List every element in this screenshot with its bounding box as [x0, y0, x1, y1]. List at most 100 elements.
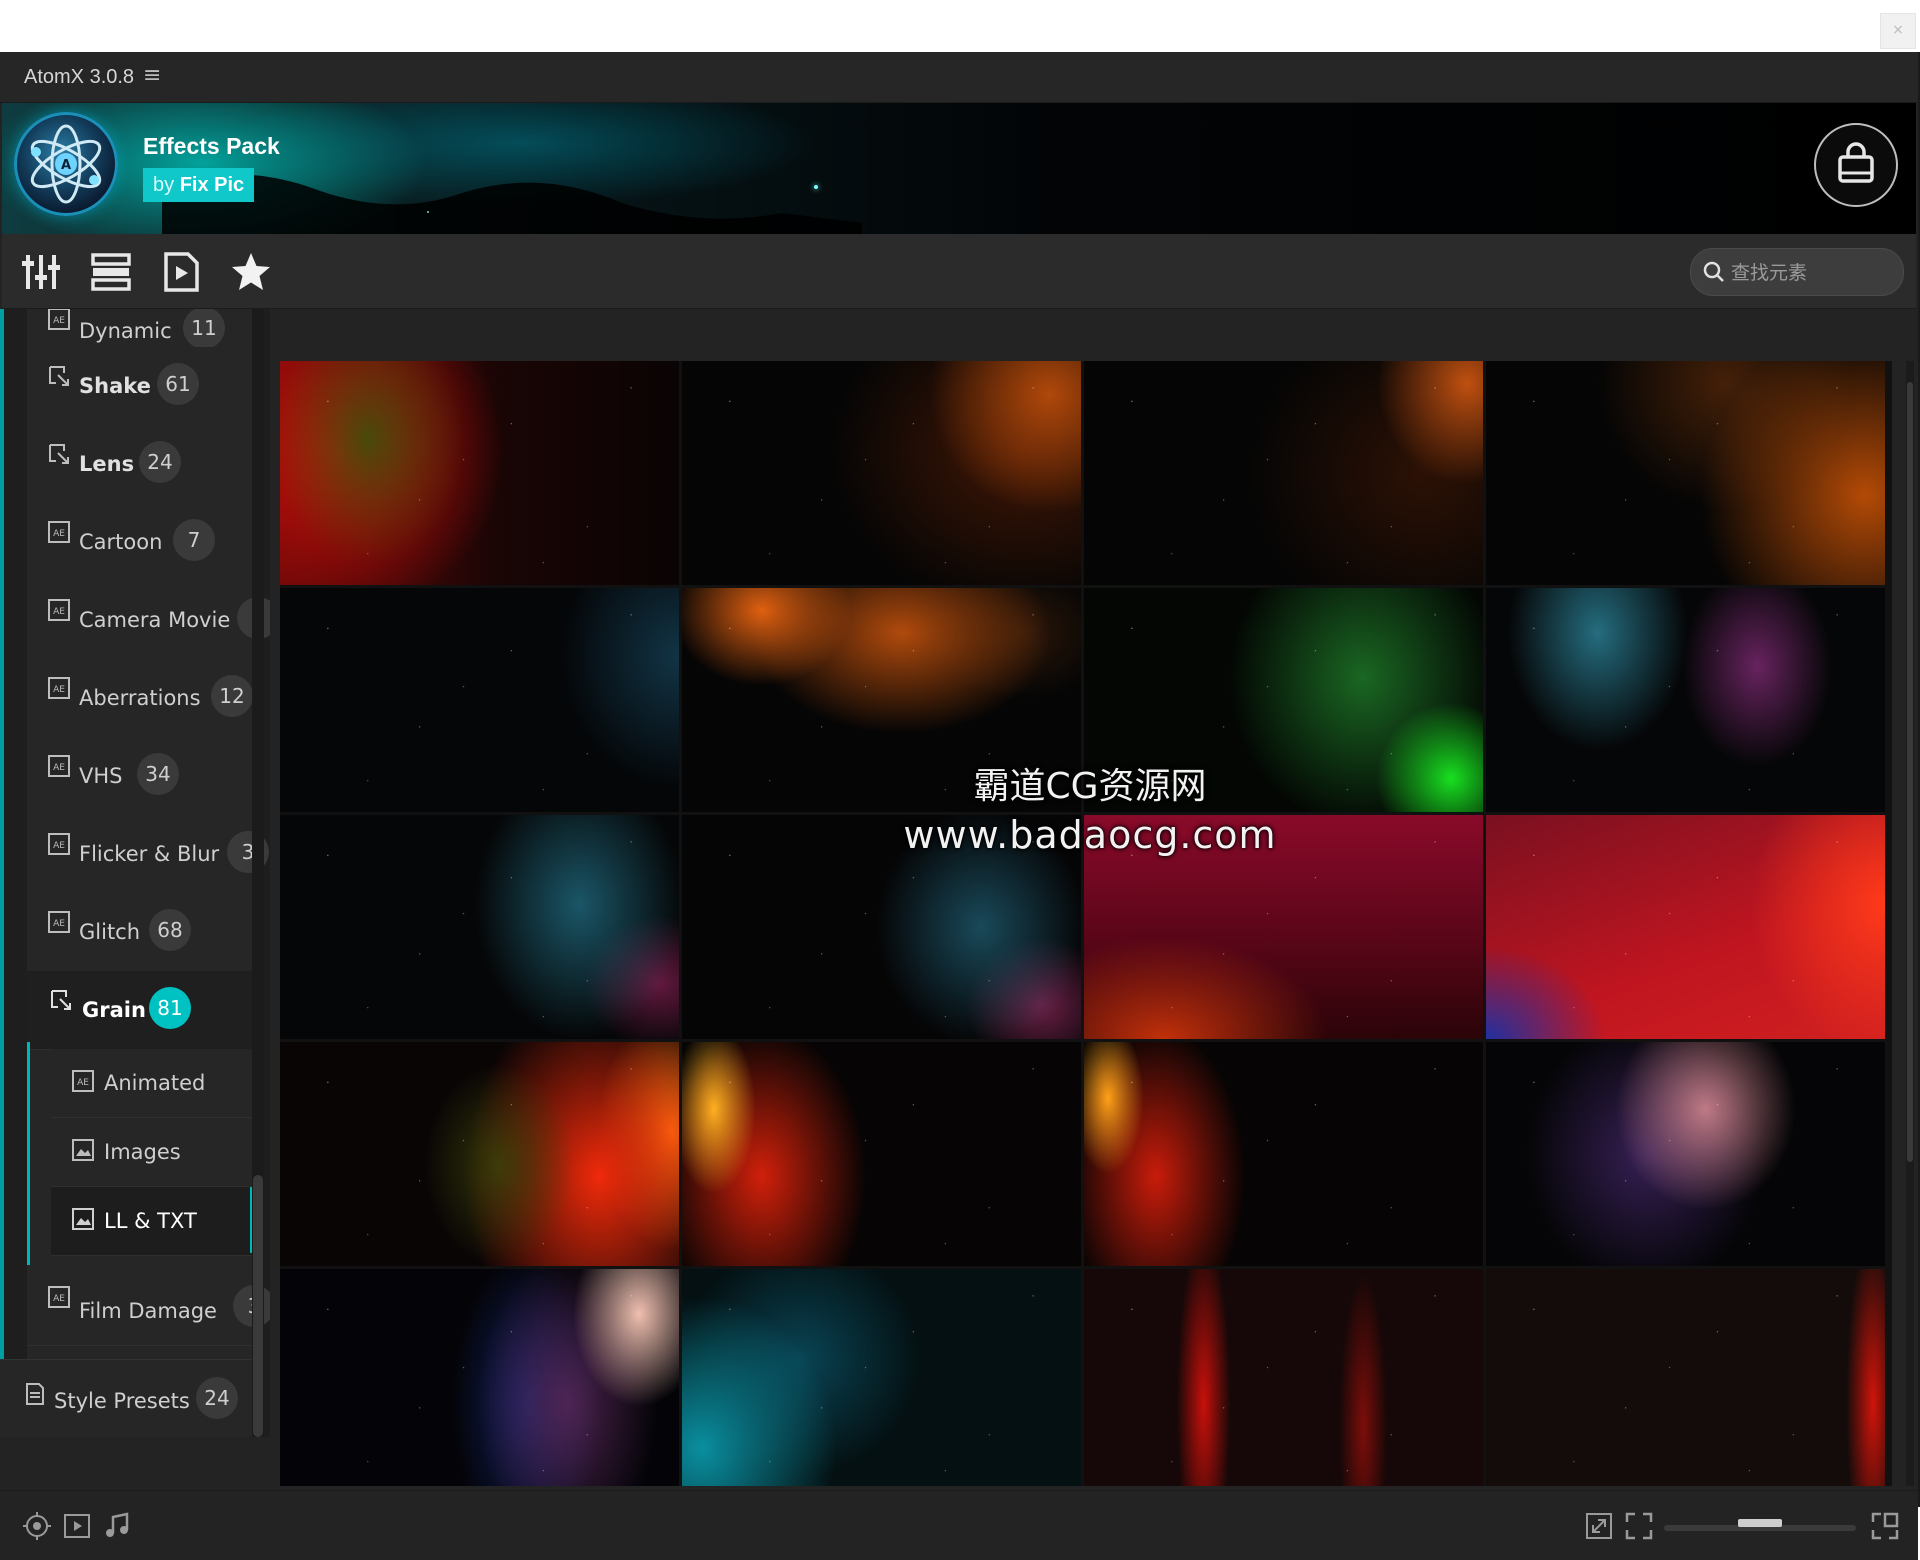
grain-thumbnail[interactable]: [1084, 815, 1483, 1039]
sidebar-item-glitch[interactable]: AE Glitch 68: [27, 893, 253, 972]
sidebar-subitem-images[interactable]: Images: [51, 1118, 253, 1187]
sidebar-item-shake[interactable]: Shake 61: [27, 347, 253, 426]
sidebar-accent: [0, 309, 4, 1359]
grain-thumbnail[interactable]: [1084, 1042, 1483, 1266]
ae-file-icon: AE: [48, 755, 70, 777]
grain-thumbnail[interactable]: [1084, 588, 1483, 812]
svg-text:AE: AE: [53, 763, 65, 773]
sidebar-scroll-thumb[interactable]: [253, 1175, 263, 1437]
grain-thumbnail[interactable]: [280, 361, 679, 585]
grain-specks: [280, 815, 679, 1039]
ae-file-icon: AE: [48, 521, 70, 543]
ae-file-icon: AE: [48, 1286, 70, 1308]
ae-file-icon: AE: [48, 309, 70, 330]
grain-specks: [1486, 361, 1885, 585]
grain-specks: [1084, 1042, 1483, 1266]
count-badge: 11: [183, 309, 225, 349]
grain-specks: [280, 1269, 679, 1486]
grain-thumbnail[interactable]: [682, 1269, 1081, 1486]
grain-thumbnail[interactable]: [1486, 815, 1885, 1039]
grain-specks: [682, 1269, 1081, 1486]
ae-file-icon: AE: [48, 677, 70, 699]
sidebar-item-label: Shake: [79, 374, 151, 398]
count-badge: 81: [149, 987, 191, 1029]
count-badge: 34: [137, 753, 179, 795]
count-badge: 61: [157, 363, 199, 405]
grain-specks: [1084, 588, 1483, 812]
grain-thumbnail[interactable]: [1084, 1269, 1483, 1486]
sidebar-item-lens[interactable]: Lens 24: [27, 425, 253, 504]
svg-text:AE: AE: [53, 529, 65, 539]
author-badge[interactable]: by Fix Pic: [143, 168, 255, 202]
svg-text:AE: AE: [53, 607, 65, 617]
grid-size-icon[interactable]: [1870, 1511, 1900, 1541]
sidebar-item-dynamic[interactable]: AE Dynamic 11: [27, 309, 253, 349]
sidebar-item-aberrations[interactable]: AE Aberrations 12: [27, 659, 253, 738]
star-icon[interactable]: [230, 251, 272, 293]
svg-text:AE: AE: [53, 841, 65, 851]
svg-text:AE: AE: [53, 685, 65, 695]
grain-thumbnail[interactable]: [280, 1269, 679, 1486]
sidebar-item-label: Film Damage: [79, 1299, 217, 1323]
banner-star: [427, 211, 429, 213]
grain-thumbnail[interactable]: [1084, 361, 1483, 585]
sidebar-subitem-animated[interactable]: AE Animated: [51, 1049, 253, 1118]
atom-logo-icon: A: [14, 112, 118, 216]
grain-thumbnail[interactable]: [1486, 361, 1885, 585]
grain-thumbnail[interactable]: [1486, 1042, 1885, 1266]
sidebar-item-label: Grain: [82, 998, 146, 1022]
sidebar-item-label: Lens: [79, 452, 135, 476]
grain-specks: [280, 361, 679, 585]
grain-specks: [682, 361, 1081, 585]
search-input[interactable]: [1729, 258, 1893, 288]
image-icon: [72, 1208, 94, 1230]
grain-thumbnail[interactable]: [682, 1042, 1081, 1266]
sidebar-subitem-label: Images: [104, 1140, 181, 1164]
grain-thumbnail[interactable]: [682, 361, 1081, 585]
sidebar-item-label: VHS: [79, 764, 123, 788]
fit-icon[interactable]: [1584, 1511, 1614, 1541]
list-icon[interactable]: [90, 251, 132, 293]
video-icon[interactable]: [62, 1511, 92, 1541]
mixer-icon[interactable]: [20, 251, 62, 293]
grain-thumbnail[interactable]: [682, 815, 1081, 1039]
sidebar-item-vhs[interactable]: AE VHS 34: [27, 737, 253, 816]
sidebar-subitem-ll-txt[interactable]: LL & TXT: [51, 1187, 253, 1256]
grain-thumbnail[interactable]: [280, 588, 679, 812]
grain-specks: [1486, 815, 1885, 1039]
preview-target-icon[interactable]: [22, 1511, 52, 1541]
sidebar-item-style-presets[interactable]: Style Presets 24: [0, 1359, 253, 1437]
grain-thumbnail[interactable]: [280, 815, 679, 1039]
zoom-slider-knob[interactable]: [1738, 1519, 1782, 1527]
count-badge: 24: [139, 441, 181, 483]
grain-specks: [280, 1042, 679, 1266]
search-box[interactable]: [1690, 248, 1904, 296]
asset-grid: [280, 361, 1892, 1486]
sidebar-item-grain[interactable]: Grain 81: [27, 971, 253, 1050]
sidebar-item-cartoon[interactable]: AE Cartoon 7: [27, 503, 253, 582]
sidebar-item-label: Camera Movie: [79, 608, 231, 632]
sidebar-item-film-damage[interactable]: AE Film Damage 3: [27, 1265, 270, 1346]
app-title: AtomX 3.0.8: [24, 66, 135, 88]
fullscreen-icon[interactable]: [1624, 1511, 1654, 1541]
sidebar-item-label: Dynamic: [79, 319, 172, 343]
grain-thumbnail[interactable]: [1486, 588, 1885, 812]
sidebar-item-label: Style Presets: [54, 1389, 190, 1413]
close-window-button[interactable]: ×: [1880, 13, 1916, 49]
sidebar-item-camera-movie[interactable]: AE Camera Movie 8: [27, 581, 270, 660]
grain-thumbnail[interactable]: [280, 1042, 679, 1266]
sidebar-item-flicker-blur[interactable]: AE Flicker & Blur 3: [27, 815, 269, 894]
shopping-bag-icon[interactable]: [1814, 123, 1898, 207]
banner-star: [814, 185, 818, 189]
music-icon[interactable]: [102, 1511, 132, 1541]
grain-specks: [682, 1042, 1081, 1266]
hamburger-menu-icon[interactable]: ≡: [143, 63, 161, 88]
zoom-slider[interactable]: [1664, 1519, 1856, 1531]
grid-scroll-thumb[interactable]: [1907, 382, 1913, 1162]
sidebar-subitem-label: Animated: [104, 1071, 206, 1095]
ae-file-icon: AE: [72, 1070, 94, 1092]
grain-thumbnail[interactable]: [1486, 1269, 1885, 1486]
media-file-icon[interactable]: [160, 251, 202, 293]
grain-thumbnail[interactable]: [682, 588, 1081, 812]
grain-specks: [1084, 815, 1483, 1039]
